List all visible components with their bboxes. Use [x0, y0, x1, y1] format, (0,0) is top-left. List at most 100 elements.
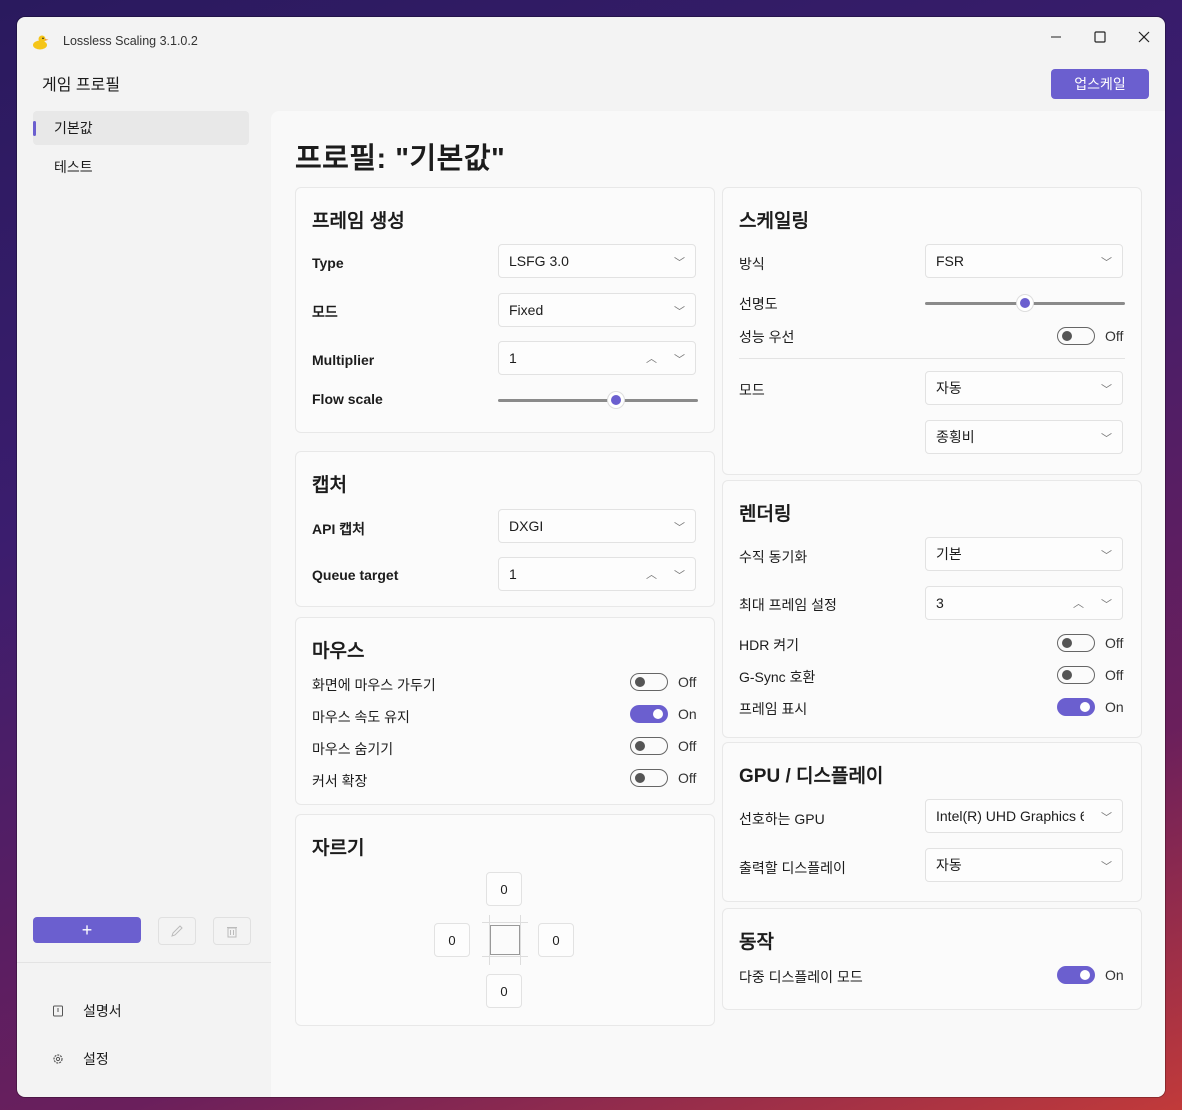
- scaling-mode-label: 모드: [739, 382, 765, 398]
- hide-mouse-toggle[interactable]: Off: [630, 737, 702, 755]
- duck-logo-icon: [33, 35, 49, 50]
- output-display-select[interactable]: 자동 ﹀: [925, 848, 1123, 882]
- chevron-up-icon[interactable]: ︿: [646, 566, 657, 582]
- sidebar-item-manual[interactable]: 설명서: [51, 1001, 122, 1021]
- crop-preview: [490, 925, 520, 955]
- sharpness-slider[interactable]: [925, 295, 1125, 311]
- sidebar-item-test-profile[interactable]: 테스트: [33, 150, 249, 184]
- multiplier-value: 1: [509, 350, 517, 366]
- toggle-state: Off: [678, 674, 697, 690]
- aspect-ratio-select[interactable]: 종횡비 ﹀: [925, 420, 1123, 454]
- crop-right-input[interactable]: 0: [538, 923, 574, 957]
- trash-icon: [227, 927, 237, 938]
- header-title: 게임 프로필: [42, 77, 121, 94]
- sharpness-label: 선명도: [739, 296, 778, 312]
- hdr-toggle[interactable]: Off: [1057, 634, 1129, 652]
- sidebar-item-label: 기본값: [54, 120, 93, 136]
- method-select[interactable]: FSR ﹀: [925, 244, 1123, 278]
- crop-bottom-input[interactable]: 0: [486, 974, 522, 1008]
- delete-profile-button[interactable]: [213, 917, 251, 945]
- upscale-button[interactable]: 업스케일: [1051, 69, 1149, 99]
- preferred-gpu-select[interactable]: Intel(R) UHD Graphics 630 ﹀: [925, 799, 1123, 833]
- card-title: GPU / 디스플레이: [739, 766, 884, 787]
- mouse-card: 마우스 화면에 마우스 가두기 Off 마우스 속도 유지 On 마우스 숨기기…: [295, 617, 715, 805]
- sidebar-item-settings[interactable]: 설정: [51, 1049, 109, 1069]
- toggle-switch[interactable]: [630, 737, 668, 755]
- active-indicator: [33, 121, 36, 136]
- add-profile-button[interactable]: +: [33, 917, 141, 943]
- multiplier-label: Multiplier: [312, 352, 375, 368]
- chevron-down-icon: ﹀: [674, 306, 685, 318]
- multiplier-stepper[interactable]: 1 ︿ ﹀: [498, 341, 696, 375]
- vsync-select[interactable]: 기본 ﹀: [925, 537, 1123, 571]
- cursor-scale-toggle[interactable]: Off: [630, 769, 702, 787]
- sidebar-item-default-profile[interactable]: 기본값: [33, 111, 249, 145]
- card-title: 스케일링: [739, 211, 809, 232]
- multi-display-label: 다중 디스플레이 모드: [739, 969, 863, 985]
- confine-mouse-toggle[interactable]: Off: [630, 673, 702, 691]
- toggle-switch[interactable]: [1057, 634, 1095, 652]
- mode-select[interactable]: Fixed ﹀: [498, 293, 696, 327]
- multi-display-toggle[interactable]: On: [1057, 966, 1129, 984]
- chevron-down-icon: ﹀: [674, 257, 685, 269]
- keep-mouse-speed-toggle[interactable]: On: [630, 705, 702, 723]
- toggle-switch[interactable]: [630, 673, 668, 691]
- max-frame-stepper[interactable]: 3 ︿ ﹀: [925, 586, 1123, 620]
- chevron-down-icon[interactable]: ﹀: [674, 351, 685, 367]
- slider-thumb[interactable]: [608, 392, 624, 408]
- chevron-down-icon: ﹀: [674, 522, 685, 534]
- chevron-up-icon[interactable]: ︿: [1073, 595, 1084, 611]
- gpu-display-card: GPU / 디스플레이 선호하는 GPU Intel(R) UHD Graphi…: [722, 742, 1142, 902]
- frame-display-toggle[interactable]: On: [1057, 698, 1129, 716]
- rename-profile-button[interactable]: [158, 917, 196, 945]
- output-display-value: 자동: [936, 857, 962, 873]
- max-frame-value: 3: [936, 595, 944, 611]
- crop-left-input[interactable]: 0: [434, 923, 470, 957]
- mode-value: Fixed: [509, 302, 544, 318]
- type-select[interactable]: LSFG 3.0 ﹀: [498, 244, 696, 278]
- chevron-down-icon: ﹀: [1101, 812, 1112, 824]
- close-icon[interactable]: [1129, 25, 1159, 49]
- toggle-switch[interactable]: [630, 769, 668, 787]
- maximize-icon[interactable]: [1085, 25, 1115, 49]
- gear-icon: [51, 1052, 65, 1066]
- api-capture-value: DXGI: [509, 518, 544, 534]
- sidebar-divider: [17, 962, 271, 963]
- slider-track: [498, 399, 698, 402]
- queue-target-label: Queue target: [312, 567, 399, 583]
- scaling-mode-select[interactable]: 자동 ﹀: [925, 371, 1123, 405]
- preferred-gpu-value: Intel(R) UHD Graphics 630: [936, 808, 1084, 824]
- gsync-toggle[interactable]: Off: [1057, 666, 1129, 684]
- toggle-switch[interactable]: [1057, 666, 1095, 684]
- max-frame-label: 최대 프레임 설정: [739, 597, 837, 613]
- toggle-state: Off: [1105, 635, 1124, 651]
- sidebar-item-label: 테스트: [54, 159, 93, 175]
- toggle-switch[interactable]: [630, 705, 668, 723]
- toggle-state: Off: [1105, 667, 1124, 683]
- chevron-down-icon[interactable]: ﹀: [674, 567, 685, 583]
- behavior-card: 동작 다중 디스플레이 모드 On: [722, 908, 1142, 1010]
- queue-target-stepper[interactable]: 1 ︿ ﹀: [498, 557, 696, 591]
- chevron-up-icon[interactable]: ︿: [646, 350, 657, 366]
- crop-guide: [520, 915, 521, 965]
- minimize-icon[interactable]: [1041, 25, 1071, 49]
- frame-display-label: 프레임 표시: [739, 701, 808, 717]
- crop-top-input[interactable]: 0: [486, 872, 522, 906]
- flow-scale-slider[interactable]: [498, 392, 698, 408]
- type-value: LSFG 3.0: [509, 253, 569, 269]
- queue-target-value: 1: [509, 566, 517, 582]
- scaling-card: 스케일링 방식 FSR ﹀ 선명도 성능 우선 Off 모드 자동 ﹀ 종횡비 …: [722, 187, 1142, 475]
- slider-thumb[interactable]: [1017, 295, 1033, 311]
- toggle-switch[interactable]: [1057, 698, 1095, 716]
- performance-toggle[interactable]: Off: [1057, 327, 1129, 345]
- crop-card: 자르기 0 0 0 0: [295, 814, 715, 1026]
- frame-generation-card: 프레임 생성 Type LSFG 3.0 ﹀ 모드 Fixed ﹀ Multip…: [295, 187, 715, 433]
- toggle-switch[interactable]: [1057, 966, 1095, 984]
- method-value: FSR: [936, 253, 964, 269]
- chevron-down-icon[interactable]: ﹀: [1101, 596, 1112, 612]
- gsync-label: G-Sync 호환: [739, 669, 816, 685]
- hide-mouse-label: 마우스 숨기기: [312, 741, 394, 757]
- api-capture-select[interactable]: DXGI ﹀: [498, 509, 696, 543]
- pencil-icon: [171, 925, 183, 937]
- toggle-switch[interactable]: [1057, 327, 1095, 345]
